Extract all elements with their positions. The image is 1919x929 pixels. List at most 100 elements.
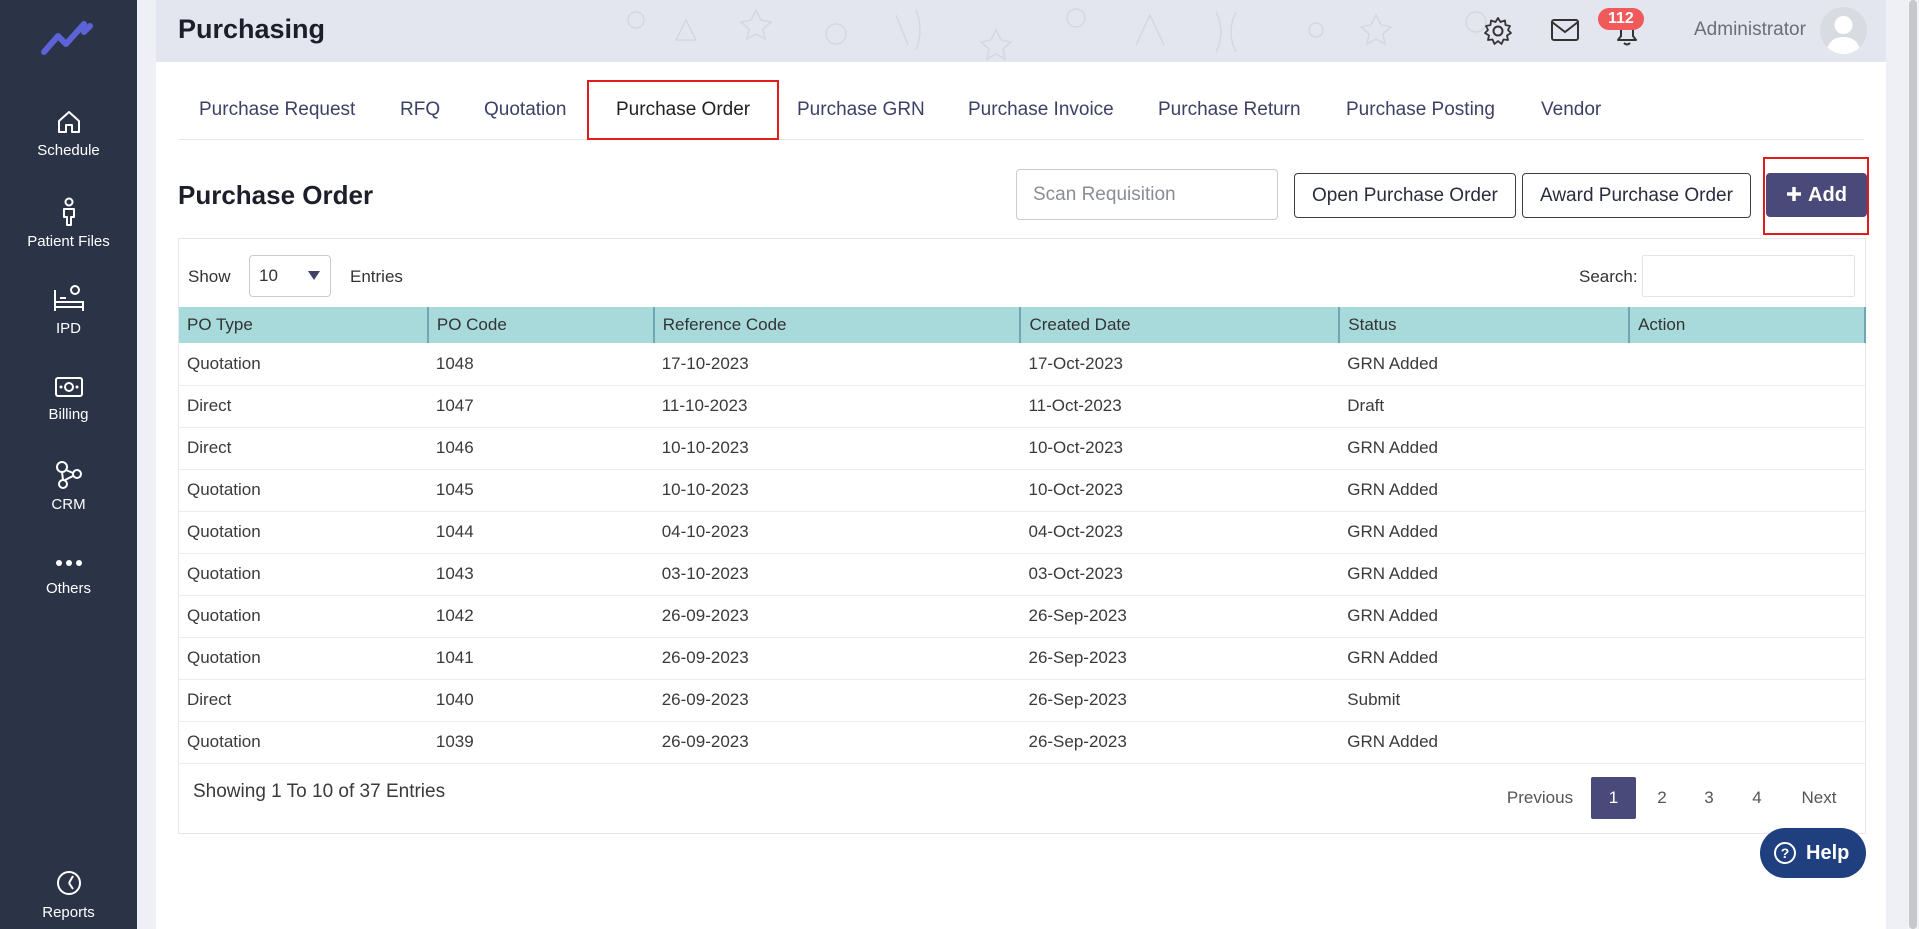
- cell-action[interactable]: [1629, 637, 1865, 680]
- pagination-page-3[interactable]: 3: [1691, 777, 1727, 819]
- sidebar-item-label: Patient Files: [27, 233, 110, 250]
- cell-po-code: 1040: [427, 679, 654, 722]
- cell-created-date: 26-Sep-2023: [1020, 679, 1340, 722]
- open-purchase-order-button[interactable]: Open Purchase Order: [1294, 173, 1516, 218]
- page-scrollbar[interactable]: [1908, 0, 1919, 929]
- cell-status: GRN Added: [1339, 595, 1630, 638]
- tab-vendor[interactable]: Vendor: [1541, 80, 1601, 140]
- tab-purchase-invoice[interactable]: Purchase Invoice: [968, 80, 1114, 140]
- sidebar-item-crm[interactable]: CRM: [0, 460, 137, 513]
- gear-icon[interactable]: [1483, 16, 1513, 46]
- scan-requisition-input[interactable]: [1016, 169, 1278, 220]
- cell-action[interactable]: [1629, 427, 1865, 470]
- cell-reference-code: 17-10-2023: [653, 343, 1021, 386]
- sidebar-item-patient-files[interactable]: Patient Files: [0, 197, 137, 250]
- showing-entries-text: Showing 1 To 10 of 37 Entries: [193, 781, 446, 802]
- celebration-pattern-icon: [627, 8, 1487, 61]
- sidebar-item-ipd[interactable]: IPD: [0, 284, 137, 337]
- sidebar-item-others[interactable]: Others: [0, 552, 137, 597]
- pagination-page-1[interactable]: 1: [1591, 777, 1636, 819]
- column-header[interactable]: Reference Code: [653, 307, 1022, 343]
- cell-reference-code: 26-09-2023: [653, 679, 1021, 722]
- cell-status: GRN Added: [1339, 343, 1630, 386]
- table-row[interactable]: Quotation 1045 10-10-2023 10-Oct-2023 GRN Ad…: [179, 469, 1865, 512]
- caret-down-icon: [308, 271, 320, 280]
- cell-po-code: 1039: [427, 721, 654, 764]
- cell-action[interactable]: [1629, 343, 1865, 386]
- table-body: Quotation 1048 17-10-2023 17-Oct-2023 GRN Ad…: [179, 343, 1865, 764]
- cell-action[interactable]: [1629, 385, 1865, 428]
- table-row[interactable]: Quotation 1041 26-09-2023 26-Sep-2023 GRN Ad…: [179, 637, 1865, 680]
- table-row[interactable]: Quotation 1048 17-10-2023 17-Oct-2023 GRN Ad…: [179, 343, 1865, 386]
- pagination-page-4[interactable]: 4: [1739, 777, 1775, 819]
- pagination-page-2[interactable]: 2: [1644, 777, 1680, 819]
- tab-purchase-order[interactable]: Purchase Order: [587, 80, 780, 140]
- sidebar-item-schedule[interactable]: Schedule: [0, 108, 137, 159]
- cell-created-date: 10-Oct-2023: [1020, 469, 1340, 512]
- cell-action[interactable]: [1629, 721, 1865, 764]
- cell-po-type: Quotation: [179, 469, 428, 512]
- tab-purchase-return[interactable]: Purchase Return: [1158, 80, 1301, 140]
- table-row[interactable]: Quotation 1042 26-09-2023 26-Sep-2023 GRN Ad…: [179, 595, 1865, 638]
- cell-action[interactable]: [1629, 511, 1865, 554]
- cell-po-code: 1041: [427, 637, 654, 680]
- cell-action[interactable]: [1629, 595, 1865, 638]
- cell-reference-code: 26-09-2023: [653, 721, 1021, 764]
- mail-icon[interactable]: [1550, 18, 1580, 42]
- sidebar-item-label: IPD: [55, 320, 81, 337]
- plus-icon: [1787, 187, 1802, 201]
- cell-po-type: Quotation: [179, 637, 428, 680]
- cell-po-code: 1046: [427, 427, 654, 470]
- cell-created-date: 17-Oct-2023: [1020, 343, 1340, 386]
- user-name[interactable]: Administrator: [1694, 19, 1806, 41]
- avatar[interactable]: [1820, 7, 1867, 54]
- cell-reference-code: 10-10-2023: [653, 469, 1021, 512]
- sidebar-item-billing[interactable]: Billing: [0, 374, 137, 423]
- app-logo-icon[interactable]: [40, 18, 96, 58]
- scrollbar-thumb[interactable]: [1909, 0, 1917, 929]
- cell-po-code: 1043: [427, 553, 654, 596]
- column-header[interactable]: Action: [1629, 307, 1866, 343]
- cell-action[interactable]: [1629, 679, 1865, 722]
- tab-purchase-request[interactable]: Purchase Request: [199, 80, 355, 140]
- column-header[interactable]: PO Code: [427, 307, 655, 343]
- sidebar-item-reports[interactable]: Reports: [0, 868, 137, 921]
- column-header[interactable]: Created Date: [1020, 307, 1341, 343]
- column-header[interactable]: Status: [1339, 307, 1631, 343]
- tab-rfq[interactable]: RFQ: [400, 80, 440, 140]
- tab-purchase-posting[interactable]: Purchase Posting: [1346, 80, 1495, 140]
- table-row[interactable]: Quotation 1044 04-10-2023 04-Oct-2023 GRN Ad…: [179, 511, 1865, 554]
- page-title: Purchasing: [178, 14, 326, 44]
- table-row[interactable]: Quotation 1043 03-10-2023 03-Oct-2023 GRN Ad…: [179, 553, 1865, 596]
- award-purchase-order-button[interactable]: Award Purchase Order: [1522, 173, 1751, 218]
- table-row[interactable]: Direct 1047 11-10-2023 11-Oct-2023 Draft: [179, 385, 1865, 428]
- help-button[interactable]: ? Help: [1760, 828, 1866, 878]
- cell-reference-code: 11-10-2023: [653, 385, 1021, 428]
- column-header[interactable]: PO Type: [179, 307, 429, 343]
- tab-purchase-grn[interactable]: Purchase GRN: [797, 80, 925, 140]
- table-row[interactable]: Direct 1040 26-09-2023 26-Sep-2023 Submit: [179, 679, 1865, 722]
- chart-pie-icon: [56, 871, 81, 895]
- entries-select[interactable]: 10: [249, 255, 331, 297]
- cell-po-code: 1047: [427, 385, 654, 428]
- cell-status: GRN Added: [1339, 511, 1630, 554]
- cell-po-code: 1044: [427, 511, 654, 554]
- cell-action[interactable]: [1629, 469, 1865, 512]
- bed-icon: [53, 285, 84, 311]
- cell-action[interactable]: [1629, 553, 1865, 596]
- notification-badge: 112: [1598, 8, 1644, 30]
- table-row[interactable]: Quotation 1039 26-09-2023 26-Sep-2023 GRN Ad…: [179, 721, 1865, 764]
- pagination-previous[interactable]: Previous: [1500, 777, 1580, 819]
- cell-po-type: Quotation: [179, 595, 428, 638]
- dots-icon: [55, 560, 82, 566]
- cell-po-code: 1042: [427, 595, 654, 638]
- sidebar-item-label: Schedule: [37, 142, 100, 159]
- money-icon: [54, 377, 83, 397]
- search-input[interactable]: [1642, 255, 1855, 297]
- table-row[interactable]: Direct 1046 10-10-2023 10-Oct-2023 GRN Added: [179, 427, 1865, 470]
- pagination-next[interactable]: Next: [1787, 777, 1851, 819]
- cell-created-date: 26-Sep-2023: [1020, 721, 1340, 764]
- cell-status: Draft: [1339, 385, 1630, 428]
- add-button[interactable]: Add: [1766, 173, 1867, 217]
- tab-quotation[interactable]: Quotation: [484, 80, 566, 140]
